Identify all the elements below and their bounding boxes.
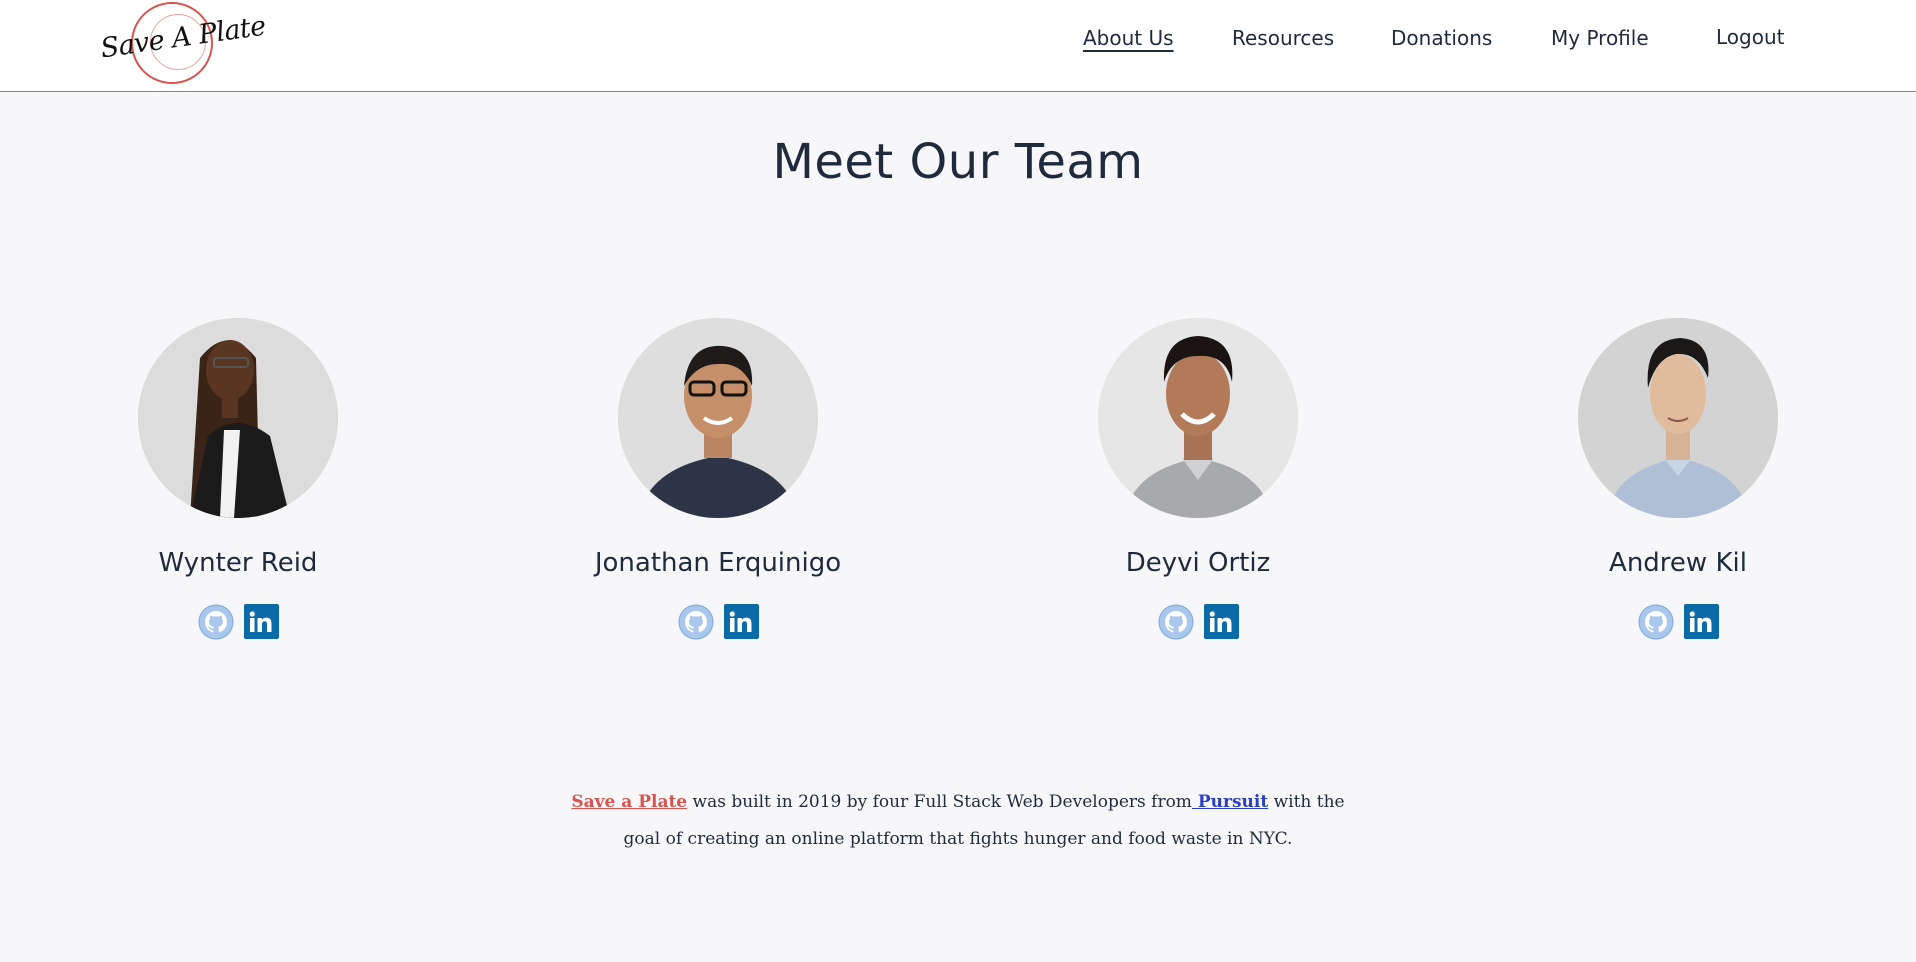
member-name: Wynter Reid	[158, 548, 318, 578]
member-name: Jonathan Erquinigo	[594, 548, 842, 578]
linkedin-icon[interactable]	[723, 604, 759, 639]
social-links	[1468, 604, 1888, 640]
social-links	[508, 604, 928, 640]
nav-resources[interactable]: Resources	[1232, 26, 1334, 50]
page-title: Meet Our Team	[772, 134, 1144, 190]
top-navbar: Save A Plate About Us Resources Donation…	[0, 0, 1916, 92]
pursuit-link[interactable]: Pursuit	[1192, 792, 1268, 812]
team-member-card: Andrew Kil	[1468, 318, 1888, 640]
linkedin-icon[interactable]	[1683, 604, 1719, 639]
avatar	[138, 318, 338, 518]
member-name: Deyvi Ortiz	[1125, 548, 1271, 578]
github-icon[interactable]	[678, 604, 714, 640]
social-links	[988, 604, 1408, 640]
save-a-plate-link[interactable]: Save a Plate	[571, 792, 687, 812]
avatar	[1098, 318, 1298, 518]
nav-logout[interactable]: Logout	[1716, 25, 1784, 49]
avatar	[618, 318, 818, 518]
team-member-card: Jonathan Erquinigo	[508, 318, 928, 640]
about-paragraph: Save a Plate was built in 2019 by four F…	[558, 784, 1358, 858]
nav-my-profile[interactable]: My Profile	[1551, 26, 1649, 50]
avatar	[1578, 318, 1778, 518]
linkedin-icon[interactable]	[1203, 604, 1239, 639]
social-links	[28, 604, 448, 640]
linkedin-icon[interactable]	[243, 604, 279, 639]
team-section: Wynter Reid Jonathan Erquinigo Deyvi Ort…	[0, 318, 1916, 648]
save-a-plate-logo[interactable]: Save A Plate	[96, 0, 268, 88]
team-member-card: Deyvi Ortiz	[988, 318, 1408, 640]
nav-about-us[interactable]: About Us	[1083, 26, 1174, 50]
github-icon[interactable]	[1638, 604, 1674, 640]
nav-donations[interactable]: Donations	[1391, 26, 1492, 50]
github-icon[interactable]	[198, 604, 234, 640]
team-member-card: Wynter Reid	[28, 318, 448, 640]
member-name: Andrew Kil	[1609, 548, 1747, 578]
about-text-part-1: was built in 2019 by four Full Stack Web…	[687, 792, 1192, 812]
github-icon[interactable]	[1158, 604, 1194, 640]
